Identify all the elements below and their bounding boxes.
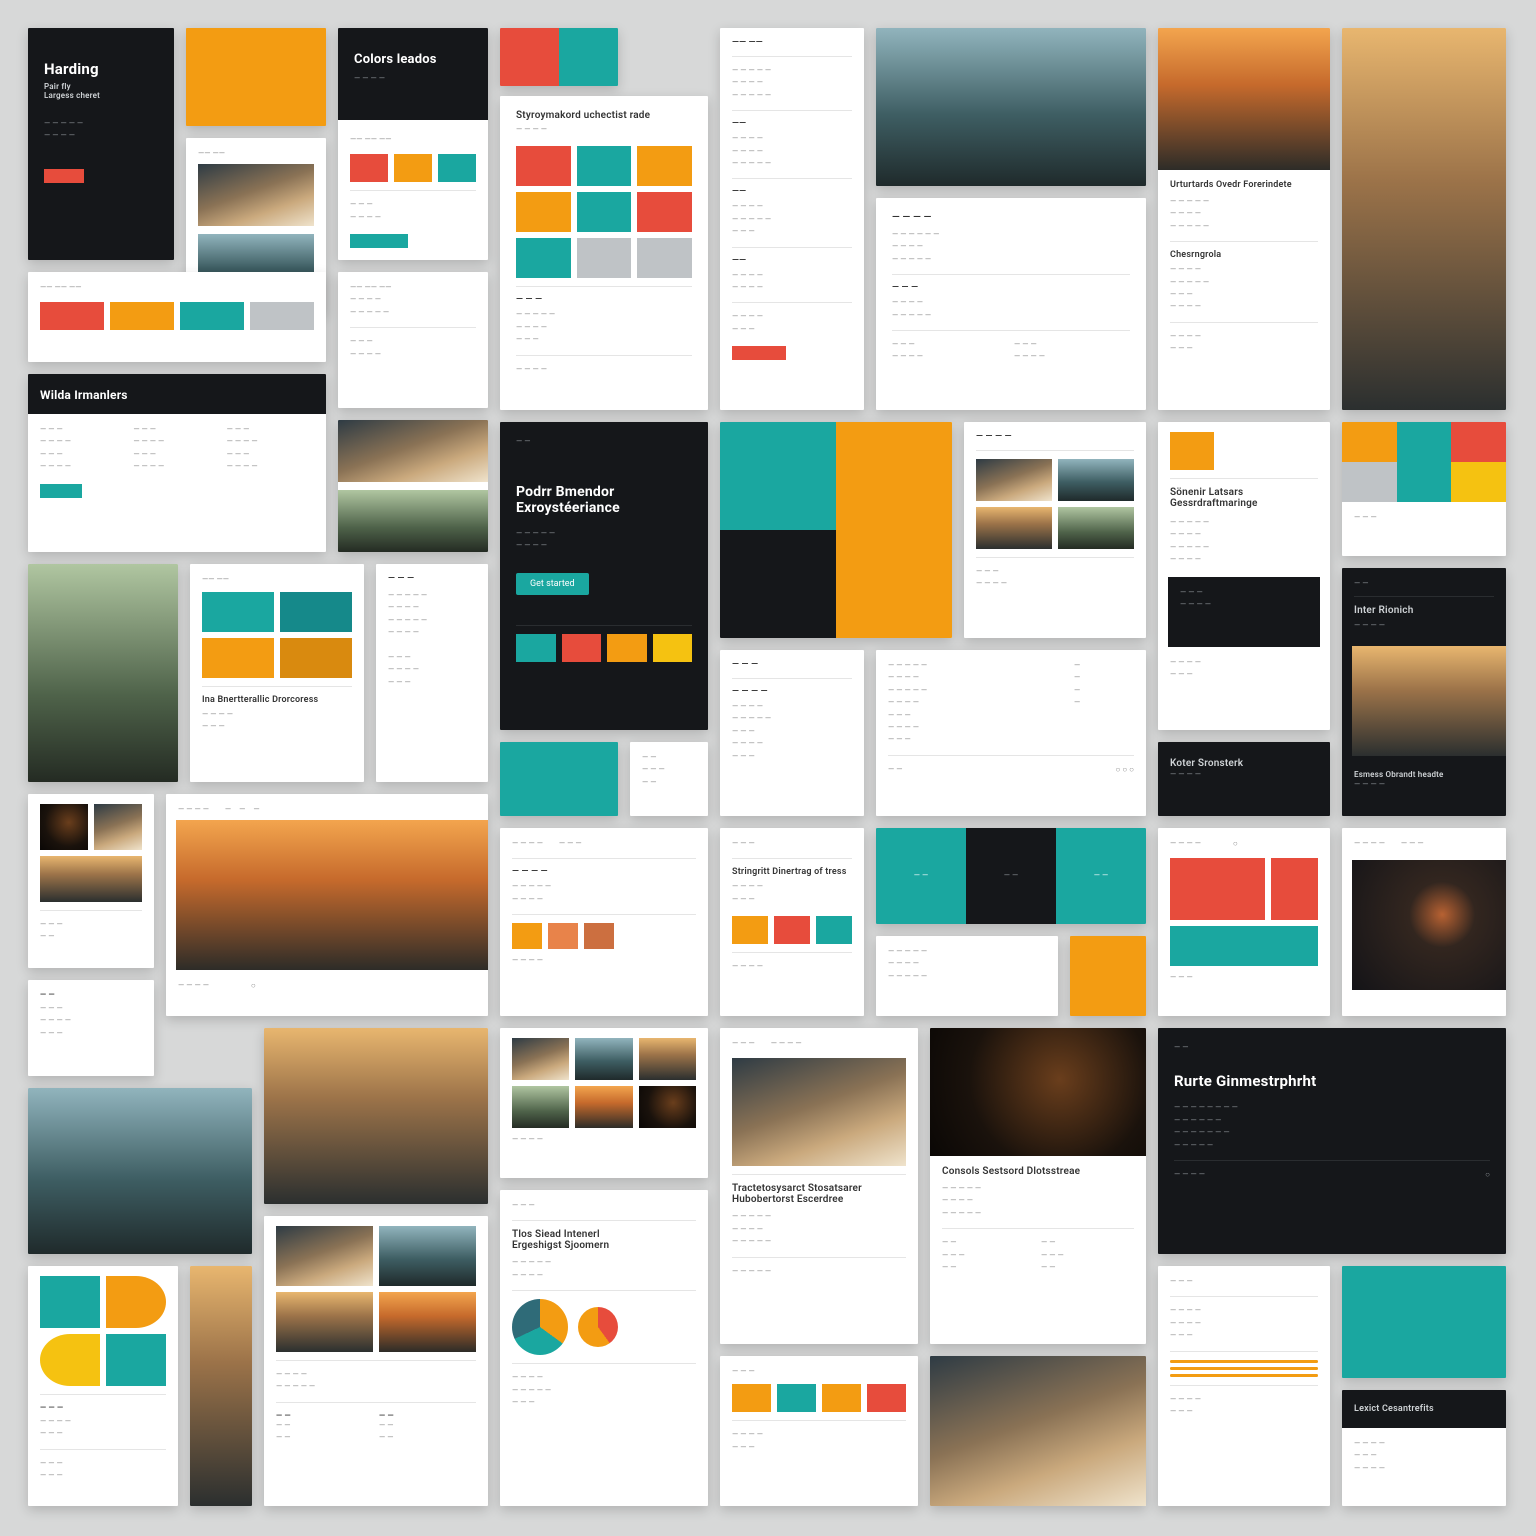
card-swatch-strip[interactable]: —— —— ——: [28, 272, 326, 362]
title: Inter Rionich: [1354, 605, 1494, 616]
card-teal-square[interactable]: [1342, 1266, 1506, 1378]
card-four-square[interactable]: [720, 422, 952, 638]
card-text-mid[interactable]: — — — — —— — — —— — — — —: [876, 936, 1058, 1016]
title: Sönenir Latsars: [1170, 487, 1318, 498]
card-thumb-doc[interactable]: — — — — — — —— — — —: [964, 422, 1146, 638]
card-big-sunset[interactable]: [28, 1088, 252, 1254]
card-tiny-doc[interactable]: — — — — —— — — —— — —: [28, 980, 154, 1076]
card-bottom-photo[interactable]: [930, 1356, 1146, 1506]
card-shapes[interactable]: — — — — — — —— — — — — —— — —: [28, 1266, 178, 1506]
card-rue-dark[interactable]: — — Rurte Ginmestrphrht — — — — — — — ——…: [1158, 1028, 1506, 1254]
caption: —— ——: [198, 148, 314, 158]
card-mini-swatch[interactable]: [500, 28, 618, 86]
card-tri-section[interactable]: — — — — — — — — — — — — — — — —— — — — —…: [500, 828, 708, 1016]
title: Tractetosysarct Stosatsarer: [732, 1183, 906, 1194]
card-styleguide-grid[interactable]: Styroymakord uchectist rade — — — — — — …: [500, 96, 708, 410]
card-small-2[interactable]: — —— — —— —: [630, 742, 708, 816]
card-doc-photo2[interactable]: — — — — — — — Tractetosysarct Stosatsare…: [720, 1028, 918, 1344]
title: Styroymakord uchectist rade: [516, 110, 692, 121]
pie-chart-icon: [512, 1299, 568, 1355]
cta[interactable]: [40, 484, 82, 498]
card-lower-strip[interactable]: Lexict Cesantrefits — — — —— — —— — — —: [1342, 1390, 1506, 1506]
card-lake-photo[interactable]: [876, 28, 1146, 186]
hero-body: — — — — —— — — —: [44, 118, 158, 143]
hero-sub2: Largess cheret: [44, 91, 158, 100]
card-pie-doc[interactable]: — — — Tlos Siead Intenerl Ergeshigst Sjo…: [500, 1190, 708, 1506]
sub: Gessrdraftmaringe: [1170, 498, 1318, 509]
title: Stringritt Dinertrag of tress: [732, 867, 852, 877]
card-stripes[interactable]: — — —: [1342, 422, 1506, 556]
card-4thumb-doc[interactable]: — — — —— — — — — — —— —— — — —— —— —: [264, 1216, 488, 1506]
image-placeholder: [198, 164, 314, 226]
card-captioned-dark[interactable]: Sönenir Latsars Gessrdraftmaringe — — — …: [1158, 422, 1330, 730]
card-space[interactable]: — — — — — — —: [1342, 828, 1506, 1016]
title: Rurte Ginmestrphrht: [1174, 1072, 1490, 1090]
title: Tlos Siead Intenerl: [512, 1229, 696, 1240]
progress-bar: [1170, 1374, 1318, 1377]
template-moodboard: Harding Pair fly Largess cheret — — — — …: [28, 28, 1508, 1508]
card-tall-photo[interactable]: [1342, 28, 1506, 410]
sub: Chesrngrola: [1170, 250, 1318, 260]
title: Colors leados: [354, 52, 472, 67]
sub: Hubobertorst Escerdree: [732, 1194, 906, 1205]
card-swatch-doc[interactable]: — — — Stringritt Dinertrag of tress — — …: [720, 828, 864, 1016]
card-colors-light[interactable]: Colors leados — — — — —— —— —— — — —— — …: [338, 28, 488, 260]
card-text-under-lake[interactable]: — — — — — — — — — —— — — —— — — — — — — …: [876, 198, 1146, 410]
card-colorful-mini[interactable]: — — — — — — —— — —: [720, 1356, 918, 1506]
card-lighthouse[interactable]: — — — — — — — — — — — ○: [166, 794, 488, 1016]
card-strip-photo[interactable]: [190, 1266, 252, 1506]
card-road-dark[interactable]: — — Inter Rionich — — — — Esmess Obrandt…: [1342, 568, 1506, 816]
cta[interactable]: [350, 234, 408, 248]
card-wild-brands[interactable]: Wilda Irmanlers — — —— — — —— — —— — — —…: [28, 374, 326, 552]
sub: Esmess Obrandt headte: [1354, 770, 1494, 779]
title: Koter Sronsterk: [1170, 758, 1318, 769]
title: Consols Sestsord Dlotsstreae: [942, 1166, 1134, 1177]
card-progress[interactable]: — — — — — — —— — — —— — — .card[data-nam…: [1158, 1266, 1330, 1506]
card-kover[interactable]: Koter Sronsterk — — — —: [1158, 742, 1330, 816]
card-small-1[interactable]: [500, 742, 618, 816]
hero-sub1: Pair fly: [44, 82, 158, 91]
card-text-right[interactable]: — — — — —— — — —— — — — —— — — —— — —— —…: [876, 650, 1146, 816]
hero-cta[interactable]: [44, 169, 84, 183]
card-orange-block[interactable]: [1070, 936, 1146, 1016]
cta-button[interactable]: Get started: [516, 573, 589, 595]
progress-bar: .card[data-name="card-progress"] .bar:nt…: [1170, 1360, 1318, 1363]
sub: Ergeshigst Sjoomern: [512, 1240, 696, 1251]
cta[interactable]: [732, 346, 786, 360]
card-landscape-pair[interactable]: [338, 420, 488, 552]
progress-bar: [1170, 1367, 1318, 1370]
card-red-blocks[interactable]: — — — — ○ — — —: [1158, 828, 1330, 1016]
card-sunset-doc[interactable]: Urturtards Ovedr Forerindete — — — — —— …: [1158, 28, 1330, 410]
title: Lexict Cesantrefits: [1354, 1404, 1494, 1414]
title: Ina Bnertterallic Drorcoress: [202, 695, 352, 705]
card-small-doc[interactable]: —— —— ——— — — —— — — — — — — —— — — —: [338, 272, 488, 408]
card-text-doc[interactable]: —— —— — — — — —— — — —— — — — — —— — — —…: [720, 28, 864, 410]
card-macro-doc[interactable]: Consols Sestsord Dlotsstreae — — — — —— …: [930, 1028, 1146, 1344]
card-thumbs-3[interactable]: — — —— —: [28, 794, 154, 968]
card-color-block[interactable]: [186, 28, 326, 126]
card-under-squares[interactable]: — — — — — — — — — — —— — — — —— — —— — —…: [720, 650, 864, 816]
card-hero-dark[interactable]: Harding Pair fly Largess cheret — — — — …: [28, 28, 174, 260]
card-palette-pick[interactable]: —— —— Ina Bnertterallic Drorcoress — — —…: [190, 564, 364, 782]
card-long-road[interactable]: [264, 1028, 488, 1204]
title1: Podrr Bmendor: [516, 484, 692, 500]
card-teal-dark-split[interactable]: — — — — — —: [876, 828, 1146, 924]
title2: Exroystéeriance: [516, 500, 692, 516]
card-forest-photo[interactable]: [28, 564, 178, 782]
title: Wilda Irmanlers: [40, 388, 314, 402]
card-light-doc[interactable]: — — — — — — — —— — — —— — — — —— — — —— …: [376, 564, 488, 782]
card-gallery-6[interactable]: — — — —: [500, 1028, 708, 1178]
pie-chart-icon: [578, 1307, 618, 1347]
card-dark-cta[interactable]: — — Podrr Bmendor Exroystéeriance — — — …: [500, 422, 708, 730]
hero-title: Harding: [44, 60, 158, 78]
title: Urturtards Ovedr Forerindete: [1170, 180, 1318, 190]
